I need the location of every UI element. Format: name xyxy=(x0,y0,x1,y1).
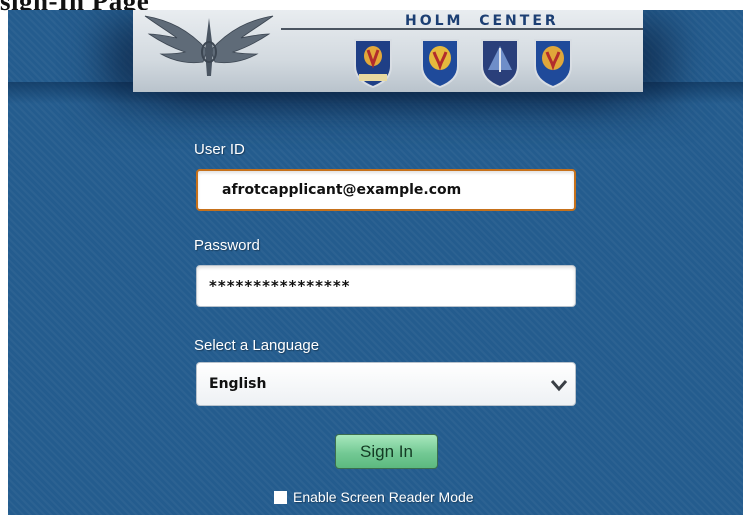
sign-in-button[interactable]: Sign In xyxy=(335,434,438,469)
password-input[interactable] xyxy=(196,265,576,307)
language-select-value: English xyxy=(209,376,267,392)
holm-center-seal-icon xyxy=(354,39,392,88)
holm-center-banner: HOLM CENTER xyxy=(133,10,643,92)
sign-in-panel: HOLM CENTER User ID Password Select a La… xyxy=(8,10,743,515)
screen-reader-checkbox-icon[interactable] xyxy=(274,490,287,504)
language-select[interactable]: English xyxy=(196,362,576,406)
afrotc-seal-icon xyxy=(421,39,459,88)
user-id-input[interactable] xyxy=(196,169,576,211)
screen-reader-label: Enable Screen Reader Mode xyxy=(293,489,474,505)
language-label: Select a Language xyxy=(194,337,320,354)
oats-seal-icon xyxy=(534,39,572,88)
user-id-label: User ID xyxy=(194,141,245,158)
jrotc-seal-icon xyxy=(481,39,519,88)
chevron-down-icon xyxy=(550,380,568,392)
wings-emblem-icon xyxy=(144,15,274,76)
screen-reader-toggle[interactable]: Enable Screen Reader Mode xyxy=(274,489,474,505)
banner-title: HOLM CENTER xyxy=(405,13,559,29)
password-label: Password xyxy=(194,237,260,254)
